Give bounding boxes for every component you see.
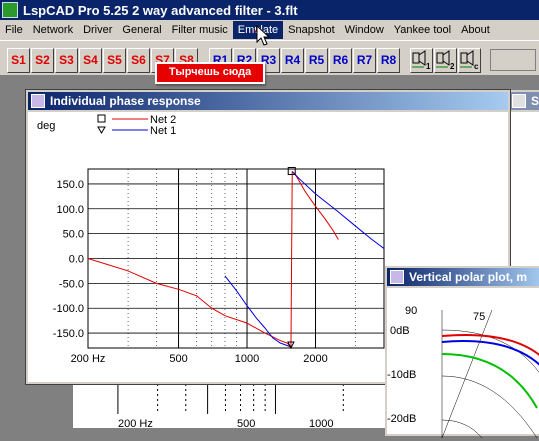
svg-text:c: c bbox=[474, 62, 479, 70]
bg-x-label: 500 bbox=[237, 418, 255, 428]
menu-driver[interactable]: Driver bbox=[78, 21, 117, 39]
legend-marker-net2 bbox=[97, 114, 106, 123]
y-axis-labels: 150.0 100.0 50.0 0.0 -50.0 -100.0 -150.0 bbox=[53, 179, 84, 340]
menu-window[interactable]: Window bbox=[340, 21, 389, 39]
s1-button[interactable]: S1 bbox=[7, 48, 30, 73]
y-tick-label: 150.0 bbox=[56, 179, 84, 191]
menu-yankee-tool[interactable]: Yankee tool bbox=[389, 21, 456, 39]
s4-button[interactable]: S4 bbox=[79, 48, 102, 73]
polar-axis-75 bbox=[441, 309, 493, 439]
s3-button[interactable]: S3 bbox=[55, 48, 78, 73]
y-tick-label: 50.0 bbox=[63, 229, 84, 241]
driver-2-icon: 2 bbox=[436, 50, 455, 71]
x-tick-label: 200 Hz bbox=[71, 353, 106, 365]
toolbar-field[interactable] bbox=[490, 49, 536, 71]
y-tick-label: 0.0 bbox=[69, 254, 84, 266]
window-icon bbox=[31, 94, 45, 108]
bg-x-label: 200 Hz bbox=[118, 418, 153, 428]
s5-button[interactable]: S5 bbox=[103, 48, 126, 73]
polar-plot-area: 90 75 0dB -10dB -20dB bbox=[387, 288, 539, 439]
r7-button[interactable]: R7 bbox=[353, 48, 376, 73]
driver-1-icon: 1 bbox=[412, 50, 431, 71]
menu-file[interactable]: File bbox=[0, 21, 28, 39]
svg-text:2: 2 bbox=[450, 62, 455, 70]
menu-snapshot[interactable]: Snapshot bbox=[283, 21, 339, 39]
polar-curve-green bbox=[441, 353, 538, 409]
legend-marker-net1 bbox=[97, 126, 106, 134]
phase-window-title: Individual phase response bbox=[28, 92, 508, 110]
x-tick-label: 2000 bbox=[303, 353, 327, 365]
menu-filter-music[interactable]: Filter music bbox=[167, 21, 233, 39]
x-axis-labels: 200 Hz 500 1000 2000 bbox=[71, 353, 328, 365]
driver-c-icon: c bbox=[460, 50, 479, 71]
chart-grid bbox=[87, 168, 385, 349]
series-wrap-net-2 bbox=[290, 171, 293, 348]
series-line-net-2 bbox=[87, 171, 339, 348]
r5-button[interactable]: R5 bbox=[305, 48, 328, 73]
polar-angle-label: 90 bbox=[405, 305, 417, 317]
y-tick-label: -150.0 bbox=[53, 328, 84, 340]
background-plot-strip: 200 Hz 500 1000 bbox=[72, 384, 388, 430]
y-tick-label: 100.0 bbox=[56, 204, 84, 216]
window-title: LspCAD Pro 5.25 2 way advanced filter - … bbox=[23, 2, 298, 18]
driver-1-button[interactable]: 1 bbox=[410, 48, 433, 73]
x-tick-label: 1000 bbox=[235, 353, 259, 365]
y-tick-label: -50.0 bbox=[59, 278, 84, 290]
window-icon bbox=[512, 94, 526, 108]
y-tick-label: -100.0 bbox=[53, 303, 84, 315]
svg-text:1: 1 bbox=[426, 62, 431, 70]
polar-plot-window[interactable]: Vertical polar plot, m 90 75 0dB -10dB -… bbox=[385, 266, 539, 439]
y-unit-label: deg bbox=[37, 120, 55, 132]
title-bar: LspCAD Pro 5.25 2 way advanced filter - … bbox=[0, 0, 539, 20]
legend-label-net1: Net 1 bbox=[150, 125, 176, 137]
r4-button[interactable]: R4 bbox=[281, 48, 304, 73]
x-tick-label: 500 bbox=[169, 353, 187, 365]
background-plot-svg: 200 Hz 500 1000 bbox=[117, 384, 344, 430]
polar-window-title: Vertical polar plot, m bbox=[387, 268, 539, 286]
polar-angle-label: 75 bbox=[473, 311, 485, 323]
chart-series bbox=[87, 166, 385, 350]
driver-c-button[interactable]: c bbox=[458, 48, 481, 73]
polar-chart: 90 75 0dB -10dB -20dB bbox=[387, 305, 539, 439]
polar-ring-10db bbox=[441, 375, 538, 439]
s2-button[interactable]: S2 bbox=[31, 48, 54, 73]
app-icon bbox=[2, 2, 18, 18]
polar-db-label: -20dB bbox=[387, 413, 416, 425]
r8-button[interactable]: R8 bbox=[377, 48, 400, 73]
bg-x-label: 1000 bbox=[309, 418, 333, 428]
window-icon bbox=[390, 270, 404, 284]
series-line-net-1 bbox=[224, 171, 385, 348]
menu-network[interactable]: Network bbox=[28, 21, 78, 39]
mouse-cursor-icon bbox=[255, 24, 271, 46]
polar-db-label: -10dB bbox=[387, 369, 416, 381]
menu-about[interactable]: About bbox=[456, 21, 495, 39]
menu-general[interactable]: General bbox=[117, 21, 166, 39]
callout-annotation: Тырчешь сюда bbox=[155, 62, 265, 84]
r6-button[interactable]: R6 bbox=[329, 48, 352, 73]
s6-button[interactable]: S6 bbox=[127, 48, 150, 73]
bg-grid bbox=[117, 384, 344, 414]
driver-2-button[interactable]: 2 bbox=[434, 48, 457, 73]
polar-db-label: 0dB bbox=[390, 325, 410, 337]
